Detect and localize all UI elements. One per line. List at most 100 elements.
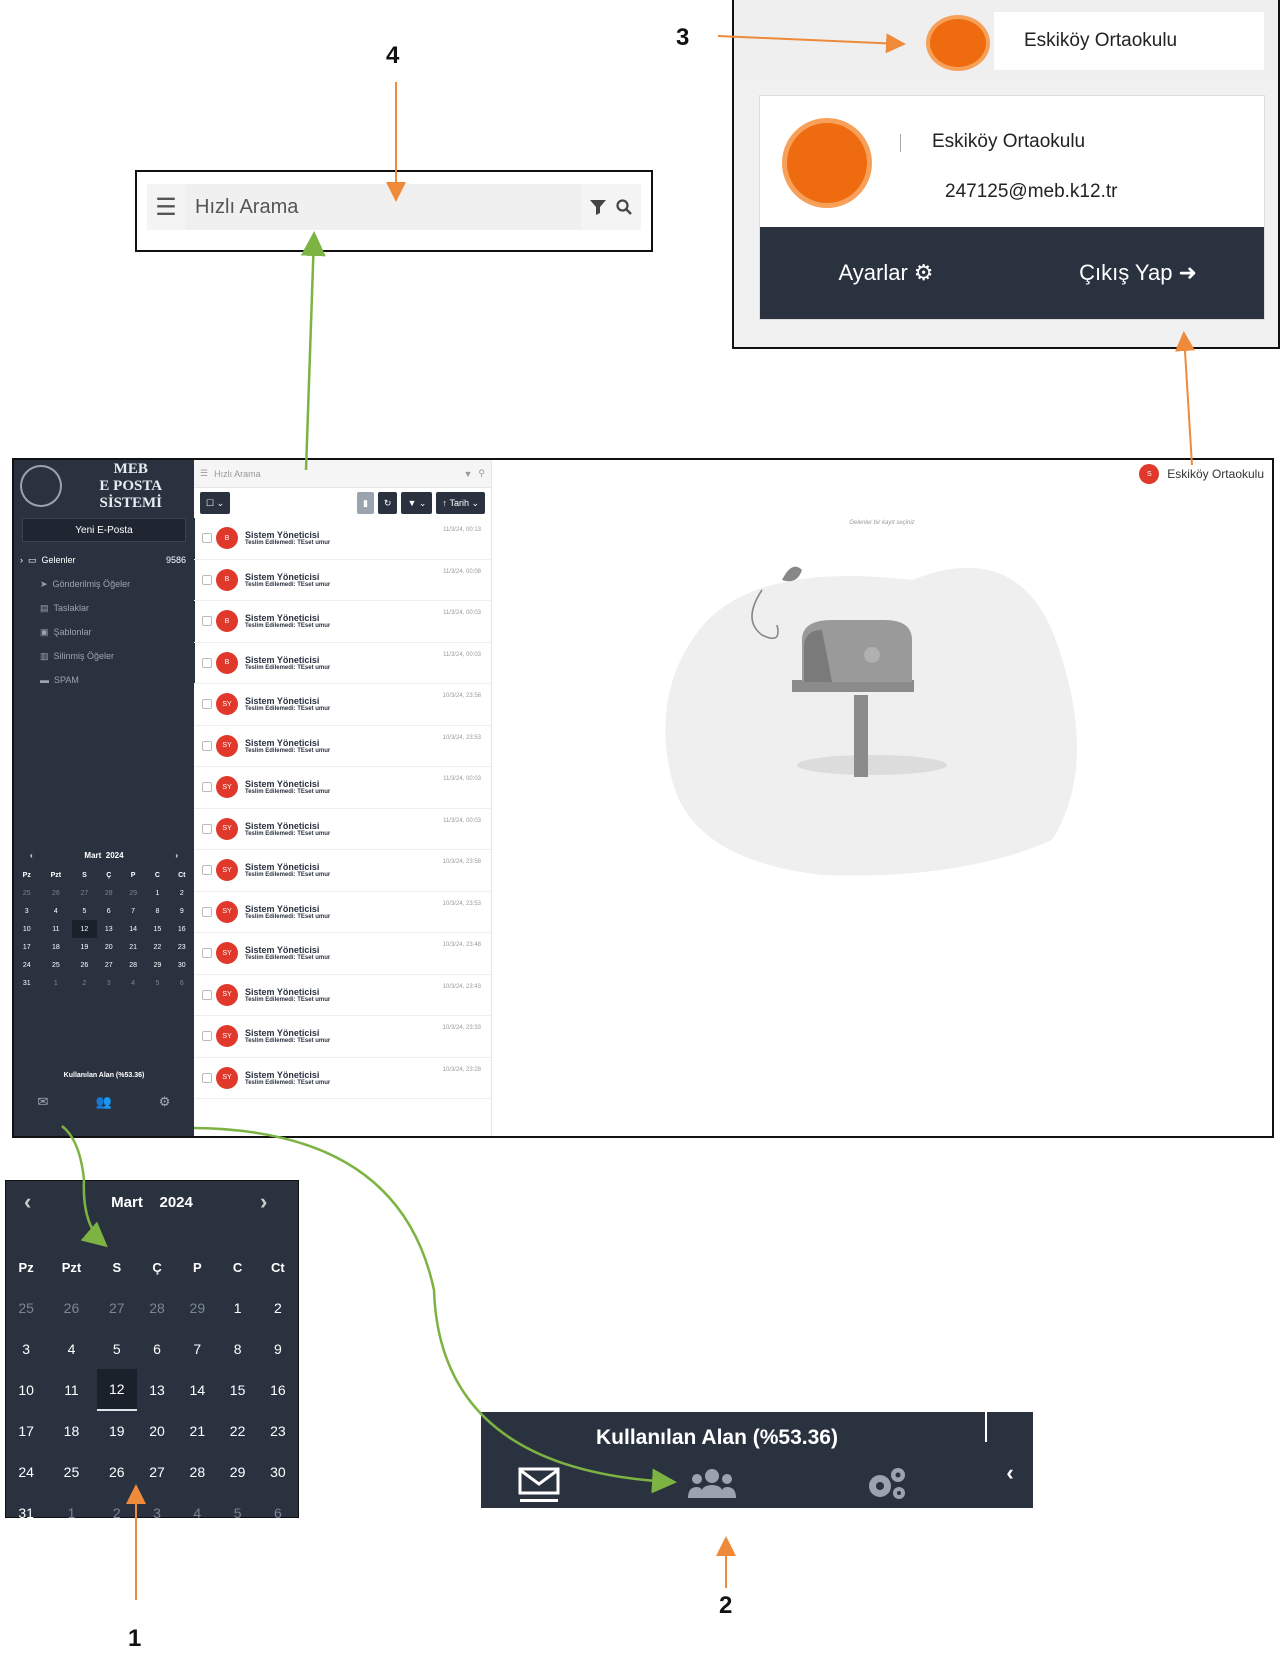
sidebar-item-sent[interactable]: ➤ Gönderilmiş Öğeler [14,572,194,596]
calendar-day[interactable]: 31 [6,1492,46,1533]
calendar-day[interactable]: 28 [97,884,121,902]
search-icon[interactable] [615,198,633,216]
mail-checkbox[interactable] [202,1072,212,1083]
calendar-day[interactable]: 9 [258,1328,298,1369]
mail-checkbox[interactable] [202,906,212,917]
mail-list-item[interactable]: B Sistem Yöneticisi Teslim Edilemedi: TEse… [192,518,491,560]
mail-checkbox[interactable] [202,823,212,834]
calendar-day[interactable]: 27 [72,884,96,902]
calendar-day[interactable]: 14 [177,1369,217,1410]
mail-list-item[interactable]: B Sistem Yöneticisi Teslim Edilemedi: TEse… [192,601,491,643]
mail-checkbox[interactable] [202,574,212,585]
calendar-day[interactable]: 24 [14,956,40,974]
calendar-day[interactable]: 6 [170,974,194,992]
calendar-day[interactable]: 1 [145,884,169,902]
calendar-day[interactable]: 2 [170,884,194,902]
calendar-day[interactable]: 12 [72,920,97,938]
calendar-day[interactable]: 1 [217,1287,257,1328]
mail-checkbox[interactable] [202,782,212,793]
calendar-day[interactable]: 8 [217,1328,257,1369]
calendar-day[interactable]: 29 [121,884,145,902]
collapse-sidebar-button[interactable]: ‹ [990,1442,1030,1504]
settings-button[interactable]: Ayarlar ⚙ [760,227,1012,319]
mail-checkbox[interactable] [202,657,212,668]
calendar-day[interactable]: 28 [177,1451,217,1492]
calendar-day[interactable]: 25 [40,956,73,974]
calendar-day[interactable]: 19 [72,938,96,956]
mail-icon[interactable]: ✉ [38,1094,49,1110]
calendar-day[interactable]: 27 [137,1451,177,1492]
calendar-day[interactable]: 18 [40,938,73,956]
calendar-day[interactable]: 15 [217,1369,257,1410]
search-input[interactable]: Hızlı Arama [214,469,457,479]
calendar-day[interactable]: 15 [145,920,169,938]
mail-list-item[interactable]: SY Sistem Yöneticisi Teslim Edilemedi: TEs… [194,1016,491,1058]
filter-icon[interactable] [589,198,607,216]
calendar-day[interactable]: 27 [97,1287,137,1328]
calendar-day[interactable]: 21 [121,938,145,956]
contacts-icon[interactable] [688,1468,736,1500]
calendar-day[interactable]: 11 [46,1369,96,1410]
calendar-day[interactable]: 16 [258,1369,298,1410]
mail-list-item[interactable]: SY Sistem Yöneticisi Teslim Edilemedi: TEs… [194,975,491,1016]
calendar-day[interactable]: 5 [72,902,96,920]
user-avatar[interactable] [926,15,990,71]
calendar-day[interactable]: 12 [96,1369,137,1411]
calendar-day[interactable]: 26 [97,1451,137,1492]
mail-list-item[interactable]: B Sistem Yöneticisi Teslim Edilemedi: TEse… [192,559,491,601]
calendar-day[interactable]: 30 [170,956,194,974]
calendar-day[interactable]: 25 [46,1451,96,1492]
calendar-day[interactable]: 3 [14,902,40,920]
mail-checkbox[interactable] [202,699,212,710]
calendar-day[interactable]: 22 [217,1410,257,1451]
settings-gears-icon[interactable]: ⚙ [159,1094,171,1110]
mail-list-item[interactable]: SY Sistem Yöneticisi Teslim Edilemedi: TEs… [194,767,491,809]
settings-gears-icon[interactable] [865,1466,909,1502]
mail-checkbox[interactable] [202,948,212,959]
mail-list-item[interactable]: SY Sistem Yöneticisi Teslim Edilemedi: TEs… [194,1058,491,1099]
calendar-day[interactable]: 4 [46,1328,96,1369]
calendar-day[interactable]: 8 [145,902,169,920]
mail-checkbox[interactable] [202,989,212,1000]
calendar-day[interactable]: 13 [97,920,121,938]
calendar-day[interactable]: 30 [258,1451,298,1492]
calendar-day[interactable]: 17 [14,938,40,956]
calendar-day[interactable]: 22 [145,938,169,956]
mark-button[interactable]: ▮ [356,492,374,514]
calendar-day[interactable]: 14 [121,920,145,938]
calendar-day[interactable]: 5 [145,974,169,992]
calendar-day[interactable]: 20 [137,1410,177,1451]
calendar-day[interactable]: 31 [14,974,40,992]
calendar-day[interactable]: 3 [97,974,121,992]
calendar-day[interactable]: 10 [6,1369,46,1410]
mail-checkbox[interactable] [202,1031,212,1042]
calendar-day[interactable]: 11 [40,920,73,938]
contacts-icon[interactable]: 👥 [96,1094,112,1110]
next-month-icon[interactable]: › [175,851,178,860]
calendar-day[interactable]: 17 [6,1410,46,1451]
calendar-day[interactable]: 2 [97,1492,137,1533]
calendar-day[interactable]: 26 [46,1287,96,1328]
calendar-day[interactable]: 24 [6,1451,46,1492]
mail-checkbox[interactable] [202,740,212,751]
mail-checkbox[interactable] [202,616,212,627]
refresh-button[interactable]: ↻ [377,492,398,514]
select-all-dropdown[interactable]: ☐ ⌄ [200,492,231,514]
calendar-day[interactable]: 7 [177,1328,217,1369]
calendar-day[interactable]: 29 [177,1287,217,1328]
prev-month-icon[interactable]: ‹ [24,1189,44,1215]
calendar-day[interactable]: 26 [40,884,73,902]
calendar-day[interactable]: 6 [258,1492,298,1533]
calendar-day[interactable]: 29 [217,1451,257,1492]
calendar-day[interactable]: 19 [97,1410,137,1451]
sidebar-item-drafts[interactable]: ▤ Taslaklar [14,596,194,620]
sidebar-item-spam[interactable]: ▬ SPAM [14,668,194,692]
mail-list-item[interactable]: B Sistem Yöneticisi Teslim Edilemedi: TEse… [192,642,491,684]
calendar-day[interactable]: 2 [72,974,96,992]
search-icon[interactable]: ⚲ [478,468,485,479]
mail-list-item[interactable]: SY Sistem Yöneticisi Teslim Edilemedi: TEs… [194,892,491,933]
calendar-day[interactable]: 4 [177,1492,217,1533]
calendar-day[interactable]: 21 [177,1410,217,1451]
calendar-day[interactable]: 25 [6,1287,46,1328]
hamburger-menu-icon[interactable]: ☰ [200,468,208,479]
